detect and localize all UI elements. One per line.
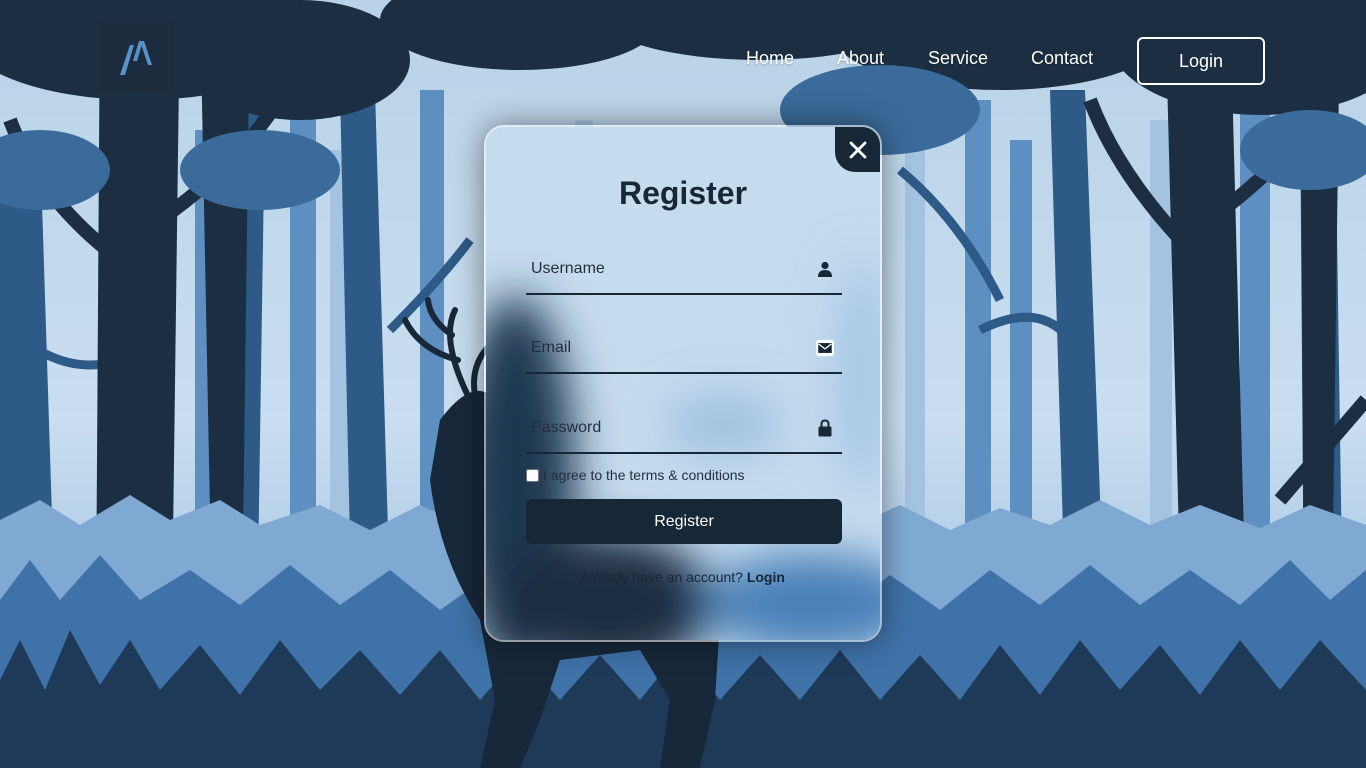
header-login-button[interactable]: Login [1137, 37, 1265, 85]
email-input[interactable] [526, 326, 806, 370]
register-card: Register Username Email I agree to the t… [484, 125, 882, 642]
password-input[interactable] [526, 406, 806, 450]
mail-icon [816, 339, 834, 357]
login-switch: Already have an account? Login [486, 569, 880, 585]
login-switch-text: Already have an account? [581, 569, 743, 585]
email-field [526, 326, 842, 374]
terms-row: I agree to the terms & conditions [526, 467, 745, 483]
close-icon [849, 141, 866, 158]
person-icon [816, 260, 834, 278]
register-submit-button[interactable]: Register [526, 499, 842, 544]
terms-checkbox[interactable] [526, 468, 539, 482]
nav-link-about[interactable]: About [837, 48, 884, 69]
close-button[interactable] [835, 127, 880, 172]
nav-link-contact[interactable]: Contact [1031, 48, 1093, 69]
lock-icon [816, 419, 834, 437]
username-input[interactable] [526, 247, 806, 291]
site-header: Home About Service Contact Login [0, 0, 1366, 110]
nav-link-service[interactable]: Service [928, 48, 988, 69]
login-switch-link[interactable]: Login [747, 569, 785, 585]
password-field [526, 406, 842, 454]
form-title: Register [618, 175, 748, 211]
terms-label: I agree to the terms & conditions [543, 467, 745, 483]
username-field [526, 247, 842, 295]
card-content: Register Username Email I agree to the t… [486, 127, 880, 640]
nav-link-home[interactable]: Home [746, 48, 794, 69]
